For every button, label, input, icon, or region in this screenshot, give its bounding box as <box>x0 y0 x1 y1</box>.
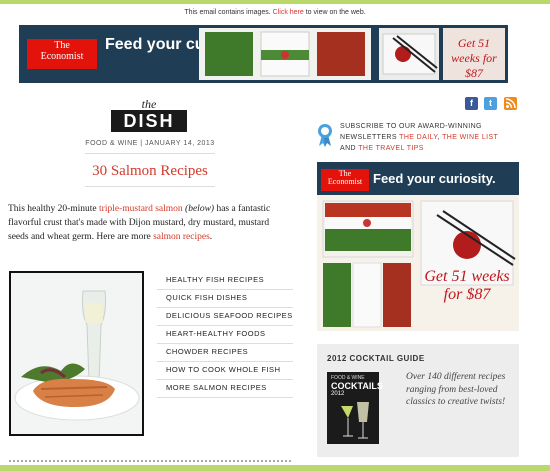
cocktail-guide-title[interactable]: 2012 COCKTAIL GUIDE <box>327 354 425 363</box>
rss-icon[interactable] <box>504 97 517 110</box>
link-healthy-fish-recipes[interactable]: HEALTHY FISH RECIPES <box>157 272 293 290</box>
divider <box>85 186 215 187</box>
facebook-icon[interactable]: f <box>465 97 478 110</box>
logo-line-1: The <box>54 40 70 51</box>
divider <box>85 153 215 154</box>
subscribe-separator: , <box>437 134 440 141</box>
twitter-icon[interactable]: t <box>484 97 497 110</box>
rss-glyph <box>505 98 516 109</box>
side-ad-header: The Economist Feed your curiosity. <box>317 162 519 195</box>
article-intro: This healthy 20-minute triple-mustard sa… <box>8 202 288 244</box>
link-delicious-seafood-recipes[interactable]: DELICIOUS SEAFOOD RECIPES <box>157 308 293 326</box>
ad-chopsticks-image <box>379 28 439 80</box>
chopsticks-illustration <box>382 33 438 75</box>
subscribe-and: AND <box>340 145 356 152</box>
economist-banner-ad[interactable]: The Economist Feed your curiosity. Get 5… <box>19 25 508 83</box>
dotted-divider <box>9 460 291 462</box>
ad-promo-text: Get 51 weeks for $87 <box>443 28 505 80</box>
salmon-plate-illustration <box>11 273 142 434</box>
notice-text: This email contains images. <box>184 9 271 16</box>
triple-mustard-salmon-link[interactable]: triple-mustard salmon <box>99 204 183 214</box>
cocktail-guide-description: Over 140 different recipes ranging from … <box>406 372 506 407</box>
view-web-link[interactable]: Click here <box>273 9 304 16</box>
logo-line-2: Economist <box>40 50 84 62</box>
logo-line-2: Economist <box>327 177 363 187</box>
the-travel-tips-link[interactable]: THE TRAVEL TIPS <box>358 145 424 152</box>
link-quick-fish-dishes[interactable]: QUICK FISH DISHES <box>157 290 293 308</box>
byline: FOOD & WINE | JANUARY 14, 2013 <box>85 140 215 147</box>
salmon-dish-photo[interactable] <box>9 271 144 436</box>
masthead-dish-logo[interactable]: DISH <box>111 110 187 132</box>
top-border <box>0 0 550 4</box>
email-notice: This email contains images. Click here t… <box>0 9 550 16</box>
economist-logo: The Economist <box>27 39 97 69</box>
newsletter-subscribe-text: SUBSCRIBE TO OUR AWARD-WINNING NEWSLETTE… <box>340 121 515 154</box>
economist-side-ad[interactable]: The Economist Feed your curiosity. Get 5… <box>317 162 519 331</box>
award-ribbon-icon <box>317 123 333 147</box>
economist-logo: The Economist <box>321 169 369 191</box>
link-more-salmon-recipes[interactable]: MORE SALMON RECIPES <box>157 380 293 398</box>
the-wine-list-link[interactable]: THE WINE LIST <box>442 134 498 141</box>
bottom-border <box>0 465 550 471</box>
ad-food-image <box>199 28 371 80</box>
cocktail-book-cover[interactable]: FOOD & WINE COCKTAILS 2012 <box>327 372 383 444</box>
food-tray-illustration <box>205 31 365 77</box>
ribbon-glyph <box>318 124 332 147</box>
link-heart-healthy-foods[interactable]: HEART-HEALTHY FOODS <box>157 326 293 344</box>
article-headline[interactable]: 30 Salmon Recipes <box>60 163 240 180</box>
intro-below: (below) <box>182 204 215 214</box>
link-how-to-cook-whole-fish[interactable]: HOW TO COOK WHOLE FISH <box>157 362 293 380</box>
recipe-link-list: HEALTHY FISH RECIPES QUICK FISH DISHES D… <box>157 272 293 398</box>
link-chowder-recipes[interactable]: CHOWDER RECIPES <box>157 344 293 362</box>
notice-rest: to view on the web. <box>305 9 366 16</box>
the-daily-link[interactable]: THE DAILY <box>399 134 437 141</box>
ad-tagline: Feed your curiosity. <box>373 171 496 186</box>
intro-text: This healthy 20-minute <box>8 204 100 214</box>
ad-promo-text: Get 51 weeks for $87 <box>424 268 510 303</box>
intro-end: . <box>209 232 213 242</box>
cocktail-guide-box[interactable]: 2012 COCKTAIL GUIDE FOOD & WINE COCKTAIL… <box>317 344 519 457</box>
salmon-recipes-link[interactable]: salmon recipes <box>153 232 210 242</box>
cocktail-glass-illustration <box>341 402 369 439</box>
